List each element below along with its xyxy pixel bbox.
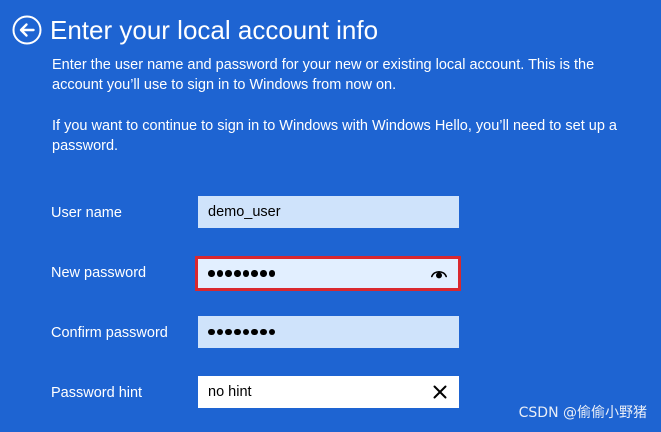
reveal-password-eye-icon[interactable] — [430, 265, 448, 283]
password-mask-dot — [251, 270, 258, 277]
user-name-input[interactable]: demo_user — [198, 196, 459, 228]
password-hint-label: Password hint — [51, 385, 143, 401]
password-hint-value: no hint — [208, 384, 252, 400]
watermark: CSDN @偷偷小野猪 — [518, 405, 647, 421]
password-mask-dot — [216, 270, 224, 277]
password-mask-dot — [225, 270, 232, 277]
password-mask-dot — [208, 328, 215, 336]
new-password-label: New password — [51, 265, 147, 281]
password-mask-dot — [260, 328, 267, 336]
back-arrow-circle-icon — [12, 15, 42, 45]
user-name-label: User name — [51, 205, 122, 221]
password-mask-dot — [242, 270, 250, 277]
new-password-masked-value — [208, 270, 430, 277]
password-mask-dot — [208, 270, 215, 277]
password-mask-dot — [225, 328, 232, 336]
confirm-password-label: Confirm password — [51, 325, 168, 341]
new-password-input[interactable] — [195, 256, 461, 291]
password-mask-dot — [251, 328, 258, 336]
back-button[interactable] — [12, 15, 42, 45]
description-paragraph-2: If you want to continue to sign in to Wi… — [52, 118, 617, 154]
user-name-value: demo_user — [208, 204, 281, 220]
password-mask-dot — [260, 270, 267, 277]
password-mask-dot — [234, 328, 241, 336]
page-title: Enter your local account info — [50, 15, 379, 45]
password-hint-input[interactable]: no hint — [198, 376, 459, 408]
confirm-password-masked-value — [208, 328, 449, 336]
password-mask-dot — [216, 328, 224, 336]
password-mask-dot — [234, 270, 241, 277]
password-mask-dot — [268, 328, 276, 336]
confirm-password-input[interactable] — [198, 316, 459, 348]
password-mask-dot — [268, 270, 276, 277]
description-paragraph-1: Enter the user name and password for you… — [52, 57, 595, 93]
clear-x-icon[interactable] — [431, 383, 449, 401]
password-mask-dot — [242, 328, 250, 336]
